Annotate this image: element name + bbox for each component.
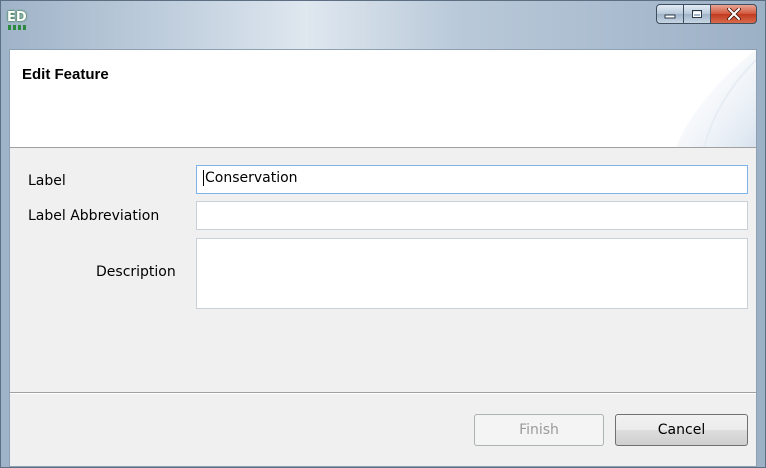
label-abbreviation-input[interactable] bbox=[196, 201, 748, 230]
maximize-button[interactable] bbox=[684, 4, 711, 24]
minimize-button[interactable] bbox=[656, 4, 684, 24]
app-icon-dots bbox=[8, 25, 26, 30]
dialog-window: ED Edit Feature Label Conservation Label… bbox=[0, 0, 766, 468]
footer-divider-highlight bbox=[10, 393, 756, 394]
label-input-value: Conservation bbox=[205, 170, 298, 186]
page-title: Edit Feature bbox=[22, 66, 109, 83]
label-input[interactable]: Conservation bbox=[196, 165, 748, 194]
description-input[interactable] bbox=[196, 238, 748, 309]
header-decoration bbox=[676, 50, 756, 147]
app-icon: ED bbox=[7, 10, 27, 30]
maximize-icon bbox=[692, 10, 702, 18]
finish-button[interactable]: Finish bbox=[474, 414, 604, 446]
app-icon-text: ED bbox=[7, 10, 27, 25]
title-bar[interactable]: ED bbox=[1, 1, 765, 41]
description-field-label: Description bbox=[96, 264, 176, 280]
close-icon bbox=[726, 8, 741, 20]
dialog-client-area: Edit Feature Label Conservation Label Ab… bbox=[9, 49, 757, 467]
label-field-label: Label bbox=[28, 173, 66, 189]
minimize-icon bbox=[664, 14, 676, 19]
close-button[interactable] bbox=[711, 4, 757, 24]
window-controls bbox=[656, 4, 757, 26]
abbreviation-field-label: Label Abbreviation bbox=[28, 208, 160, 224]
cancel-button[interactable]: Cancel bbox=[615, 414, 748, 446]
text-caret bbox=[203, 170, 204, 186]
dialog-header: Edit Feature bbox=[10, 50, 756, 148]
